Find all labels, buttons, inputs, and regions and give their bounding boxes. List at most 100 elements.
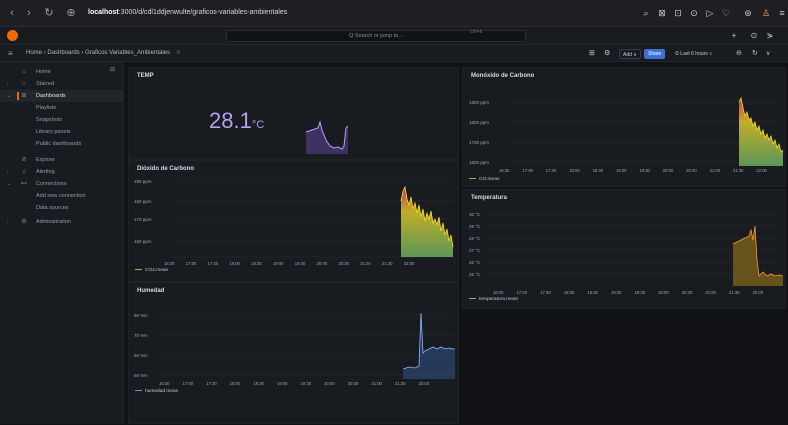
x-tick-label: 21:30 [733,168,744,173]
account-icon[interactable]: ♙ [760,7,772,19]
star-icon[interactable]: ☆ [176,50,181,56]
pocket-icon[interactable]: ⊛ [742,7,754,19]
menu-icon[interactable]: ≡ [776,7,788,19]
sidebar-item-label: Public dashboards [36,141,82,147]
back-icon[interactable]: ‹ [5,5,19,21]
y-tick-label: 27 °C [469,248,481,253]
shield-icon[interactable]: ♡ [720,7,732,19]
chevron-right-icon[interactable]: › [7,166,9,178]
screenshot-icon[interactable]: ⊡ [672,7,684,19]
x-tick-label: 17:30 [546,168,557,173]
x-tick-label: 20:30 [682,290,693,295]
sidebar-item-home[interactable]: ⌂ Home [0,66,124,78]
chevron-down-icon[interactable]: ⌄ [7,178,11,190]
refresh-icon[interactable]: ↻ [752,49,758,59]
news-icon[interactable]: ⋟ [764,30,776,42]
breadcrumb-home[interactable]: Home [26,50,42,56]
chevron-right-icon[interactable]: › [7,216,9,228]
legend-label: CO.mean [479,177,500,182]
menu-toggle-icon[interactable]: ≡ [8,48,13,59]
humedad-legend[interactable]: humedad.mean [135,389,178,394]
cast-icon[interactable]: ▷ [704,7,716,19]
y-tick-label: 25 °C [469,272,481,277]
panel-humedad[interactable]: Humedad 80 %H 70 %H 60 %H 50 %H 16:30 17:… [128,282,459,424]
star-icon: ☆ [21,81,27,87]
sidebar-item-starred[interactable]: › ☆ Starred [0,78,124,90]
sidebar-item-label: Dashboards [36,93,66,99]
x-tick-label: 22:00 [753,290,764,295]
grafana-logo-icon[interactable] [7,30,18,41]
sidebar-item-public-dashboards[interactable]: Public dashboards [0,138,124,150]
x-tick-label: 19:00 [273,261,284,266]
panel-temp[interactable]: TEMP 28.1°C [128,67,459,160]
translate-icon[interactable]: ⊠ [656,7,668,19]
x-tick-label: 16:30 [159,381,170,386]
x-tick-label: 19:30 [301,381,312,386]
sidebar-item-dashboards[interactable]: ⌄ ⊞ Dashboards [0,90,124,102]
x-tick-label: 19:00 [616,168,627,173]
panel-co2[interactable]: Dióxido de Carbono 180 ppm 160 ppm 170 p… [128,160,459,282]
y-tick-label: 28 °C [469,236,481,241]
x-tick-label: 21:00 [360,261,371,266]
sidebar-item-playlists[interactable]: Playlists [0,102,124,114]
x-tick-label: 18:30 [587,290,598,295]
sidebar-item-label: Data sources [36,205,69,211]
x-tick-label: 19:30 [295,261,306,266]
y-tick-label: 1600 ppm [469,160,489,165]
search-page-icon[interactable]: ⌕ [640,7,652,19]
monoxido-chart: 1900 ppm 1800 ppm 1700 ppm 1600 ppm 16:3… [469,96,784,173]
sidebar-item-connections[interactable]: ⌄ ⊷ Connections [0,178,124,190]
time-range-picker[interactable]: ⏱ Last 6 hours ∨ [675,49,712,59]
monoxido-series-area [739,98,783,166]
refresh-interval-chevron-icon[interactable]: ∨ [766,49,770,59]
x-tick-label: 20:30 [338,261,349,266]
temperatura-series-area [733,226,783,286]
chevron-right-icon[interactable]: › [7,78,9,90]
x-tick-label: 18:30 [253,381,264,386]
add-button[interactable]: Add ∨ [619,49,641,59]
share-button[interactable]: Share [644,49,666,59]
sidebar-item-library-panels[interactable]: Library panels [0,126,124,138]
sidebar-item-alerting[interactable]: › ♫ Alerting [0,166,124,178]
add-new-icon[interactable]: + [728,30,740,42]
x-tick-label: 22:00 [756,168,767,173]
x-tick-label: 16:30 [164,261,175,266]
settings-icon[interactable]: ⚙ [604,49,610,59]
x-tick-label: 17:00 [517,290,528,295]
reload-icon[interactable]: ↻ [42,5,56,21]
sidebar-item-label: Playlists [36,105,57,111]
breadcrumb-separator: › [43,50,46,56]
browser-toolbar: ‹ › ↻ ⊕ localhost:3000/d/cdl1ddjenwulte/… [0,0,788,27]
dashboard-list-icon[interactable]: ⊞ [589,49,595,59]
monoxido-legend[interactable]: CO.mean [469,177,500,182]
address-bar[interactable]: localhost:3000/d/cdl1ddjenwulte/graficos… [88,6,287,20]
sidebar-item-label: Alerting [36,169,55,175]
help-icon[interactable]: ⊙ [748,30,760,42]
zoom-out-icon[interactable]: ⊖ [736,49,742,59]
panel-temperatura[interactable]: Temperatura 30 °C 29 °C 28 °C 27 °C 26 °… [462,189,786,309]
legend-swatch [469,177,476,180]
forward-icon[interactable]: › [22,5,36,21]
co2-legend[interactable]: CO2.mean [135,268,168,273]
x-tick-label: 21:30 [395,381,406,386]
chevron-down-icon[interactable]: ⌄ [7,90,11,102]
breadcrumb-current: Graficos Variables_Ambientales [85,50,170,56]
temperatura-legend[interactable]: temperatura.mean [469,297,518,302]
extension-icon[interactable]: ⊙ [688,7,700,19]
sidebar-item-explore[interactable]: ⊘ Explore [0,154,124,166]
sidebar-item-add-connection[interactable]: Add new connection [0,190,124,202]
sidebar-item-label: Connections [36,181,67,187]
x-axis-ticks: 16:30 17:00 17:30 18:00 18:30 19:00 19:30 20:00… [164,261,415,266]
plug-icon: ⊷ [21,181,27,187]
y-tick-label: 80 %H [134,313,148,318]
sidebar-item-label: Starred [36,81,55,87]
y-tick-label: 160 ppm [134,239,152,244]
panel-monoxido[interactable]: Monóxido de Carbono 1900 ppm 1800 ppm 17… [462,67,786,187]
x-tick-label: 19:00 [611,290,622,295]
breadcrumb-dashboards[interactable]: Dashboards [47,50,79,56]
legend-label: CO2.mean [145,268,169,273]
sidebar-item-snapshots[interactable]: Snapshots [0,114,124,126]
sidebar-item-data-sources[interactable]: Data sources [0,202,124,214]
site-info-icon[interactable]: ⊕ [64,5,78,21]
sidebar-item-administration[interactable]: › ⚙ Administration [0,216,124,228]
